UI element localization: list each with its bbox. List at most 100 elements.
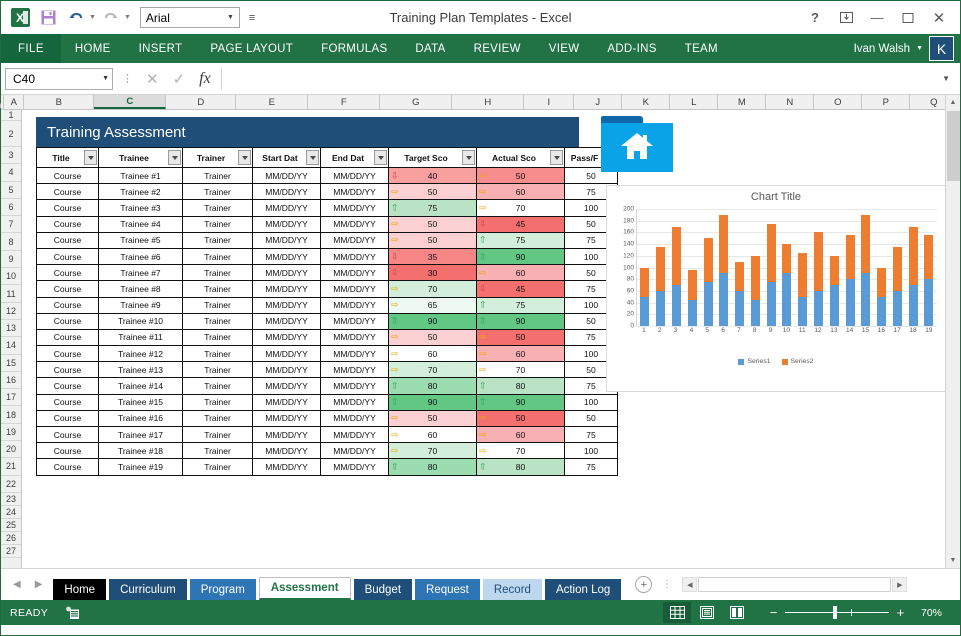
cell-title[interactable]: Course bbox=[37, 168, 99, 184]
bar-group[interactable] bbox=[924, 209, 933, 326]
row-header-19[interactable]: 19 bbox=[1, 424, 21, 441]
bar-group[interactable] bbox=[877, 209, 886, 326]
cell-title[interactable]: Course bbox=[37, 394, 99, 410]
bar-group[interactable] bbox=[719, 209, 728, 326]
cell-target[interactable]: ⇨50 bbox=[389, 232, 477, 248]
cell-start[interactable]: MM/DD/YY bbox=[253, 410, 321, 426]
column-header-B[interactable]: B bbox=[24, 95, 94, 109]
row-header-2[interactable]: 2 bbox=[1, 121, 21, 147]
cell-trainer[interactable]: Trainer bbox=[183, 394, 253, 410]
sheet-tab-record[interactable]: Record bbox=[483, 579, 542, 600]
font-name-box[interactable]: Arial ▼ bbox=[140, 7, 240, 28]
cell-start[interactable]: MM/DD/YY bbox=[253, 394, 321, 410]
cell-trainee[interactable]: Trainee #13 bbox=[99, 362, 183, 378]
cell-actual[interactable]: ⇨60 bbox=[477, 427, 565, 443]
cell-trainer[interactable]: Trainer bbox=[183, 346, 253, 362]
bar-group[interactable] bbox=[640, 209, 649, 326]
filter-dropdown-icon[interactable] bbox=[462, 150, 475, 165]
bar-group[interactable] bbox=[735, 209, 744, 326]
cell-target[interactable]: ⇨60 bbox=[389, 427, 477, 443]
cell-trainee[interactable]: Trainee #19 bbox=[99, 459, 183, 475]
stacked-bar-chart[interactable]: Chart Title 020406080100120140160180200 … bbox=[606, 185, 946, 392]
cell-pass[interactable]: 75 bbox=[565, 459, 618, 475]
cell-trainee[interactable]: Trainee #7 bbox=[99, 265, 183, 281]
column-header-G[interactable]: G bbox=[380, 95, 452, 109]
chevron-down-icon[interactable]: ▼ bbox=[102, 75, 109, 82]
cell-end[interactable]: MM/DD/YY bbox=[321, 427, 389, 443]
cell-title[interactable]: Course bbox=[37, 329, 99, 345]
scroll-left-icon[interactable]: ◀ bbox=[682, 577, 697, 592]
row-header-24[interactable]: 24 bbox=[1, 506, 21, 519]
cell-trainee[interactable]: Trainee #9 bbox=[99, 297, 183, 313]
cell-trainer[interactable]: Trainer bbox=[183, 184, 253, 200]
row-header-6[interactable]: 6 bbox=[1, 199, 21, 216]
column-filter-header[interactable]: Trainer bbox=[183, 148, 253, 168]
column-header-I[interactable]: I bbox=[524, 95, 574, 109]
bar-group[interactable] bbox=[861, 209, 870, 326]
cell-end[interactable]: MM/DD/YY bbox=[321, 184, 389, 200]
cell-trainer[interactable]: Trainer bbox=[183, 248, 253, 264]
bar-group[interactable] bbox=[704, 209, 713, 326]
cell-actual[interactable]: ⇧80 bbox=[477, 459, 565, 475]
cell-title[interactable]: Course bbox=[37, 200, 99, 216]
cell-trainer[interactable]: Trainer bbox=[183, 362, 253, 378]
filter-dropdown-icon[interactable] bbox=[306, 150, 319, 165]
cell-target[interactable]: ⇧80 bbox=[389, 378, 477, 394]
cell-actual[interactable]: ⇨60 bbox=[477, 346, 565, 362]
cell-start[interactable]: MM/DD/YY bbox=[253, 459, 321, 475]
table-row[interactable]: CourseTrainee #19TrainerMM/DD/YYMM/DD/YY… bbox=[37, 459, 618, 475]
tab-home[interactable]: HOME bbox=[61, 34, 125, 63]
zoom-level-label[interactable]: 70% bbox=[921, 607, 951, 619]
sheet-tab-program[interactable]: Program bbox=[190, 579, 256, 600]
cell-start[interactable]: MM/DD/YY bbox=[253, 248, 321, 264]
bar-group[interactable] bbox=[688, 209, 697, 326]
row-header-20[interactable]: 20 bbox=[1, 441, 21, 458]
tab-add-ins[interactable]: ADD-INS bbox=[593, 34, 670, 63]
close-button[interactable]: ✕ bbox=[924, 6, 954, 30]
cell-title[interactable]: Course bbox=[37, 184, 99, 200]
cell-actual[interactable]: ⇩45 bbox=[477, 281, 565, 297]
row-header-13[interactable]: 13 bbox=[1, 320, 21, 337]
normal-view-button[interactable] bbox=[663, 602, 691, 623]
cell-actual[interactable]: ⇨60 bbox=[477, 184, 565, 200]
column-header-A[interactable]: A bbox=[4, 95, 24, 109]
help-icon[interactable]: ? bbox=[800, 6, 830, 30]
cell-trainer[interactable]: Trainer bbox=[183, 443, 253, 459]
column-header-J[interactable]: J bbox=[574, 95, 622, 109]
table-row[interactable]: CourseTrainee #8TrainerMM/DD/YYMM/DD/YY⇨… bbox=[37, 281, 618, 297]
save-icon[interactable] bbox=[35, 6, 61, 30]
column-header-F[interactable]: F bbox=[308, 95, 380, 109]
cell-actual[interactable]: ⇨70 bbox=[477, 443, 565, 459]
cell-target[interactable]: ⇩40 bbox=[389, 168, 477, 184]
cell-title[interactable]: Course bbox=[37, 459, 99, 475]
sheet-tab-budget[interactable]: Budget bbox=[354, 579, 412, 600]
sheet-tab-assessment[interactable]: Assessment bbox=[259, 577, 351, 600]
cell-title[interactable]: Course bbox=[37, 281, 99, 297]
cell-actual[interactable]: ⇨70 bbox=[477, 200, 565, 216]
cell-end[interactable]: MM/DD/YY bbox=[321, 394, 389, 410]
home-folder-icon[interactable] bbox=[601, 116, 673, 172]
cell-pass[interactable]: 100 bbox=[565, 443, 618, 459]
horizontal-scroll-track[interactable] bbox=[698, 577, 891, 592]
cell-end[interactable]: MM/DD/YY bbox=[321, 281, 389, 297]
row-header-23[interactable]: 23 bbox=[1, 493, 21, 506]
cell-trainee[interactable]: Trainee #4 bbox=[99, 216, 183, 232]
legend-item[interactable]: Series2 bbox=[782, 358, 814, 365]
bar-group[interactable] bbox=[846, 209, 855, 326]
scroll-up-icon[interactable]: ▲ bbox=[946, 95, 960, 110]
cell-start[interactable]: MM/DD/YY bbox=[253, 443, 321, 459]
cell-actual[interactable]: ⇧80 bbox=[477, 378, 565, 394]
cell-trainer[interactable]: Trainer bbox=[183, 265, 253, 281]
cell-title[interactable]: Course bbox=[37, 297, 99, 313]
sheet-tab-curriculum[interactable]: Curriculum bbox=[109, 579, 187, 600]
table-row[interactable]: CourseTrainee #13TrainerMM/DD/YYMM/DD/YY… bbox=[37, 362, 618, 378]
cell-trainer[interactable]: Trainer bbox=[183, 232, 253, 248]
ribbon-display-options-icon[interactable] bbox=[831, 6, 861, 30]
column-header-L[interactable]: L bbox=[670, 95, 718, 109]
cell-target[interactable]: ⇩35 bbox=[389, 248, 477, 264]
table-row[interactable]: CourseTrainee #4TrainerMM/DD/YYMM/DD/YY⇨… bbox=[37, 216, 618, 232]
bar-group[interactable] bbox=[798, 209, 807, 326]
legend-item[interactable]: Series1 bbox=[738, 358, 770, 365]
column-header-D[interactable]: D bbox=[166, 95, 236, 109]
cell-start[interactable]: MM/DD/YY bbox=[253, 427, 321, 443]
